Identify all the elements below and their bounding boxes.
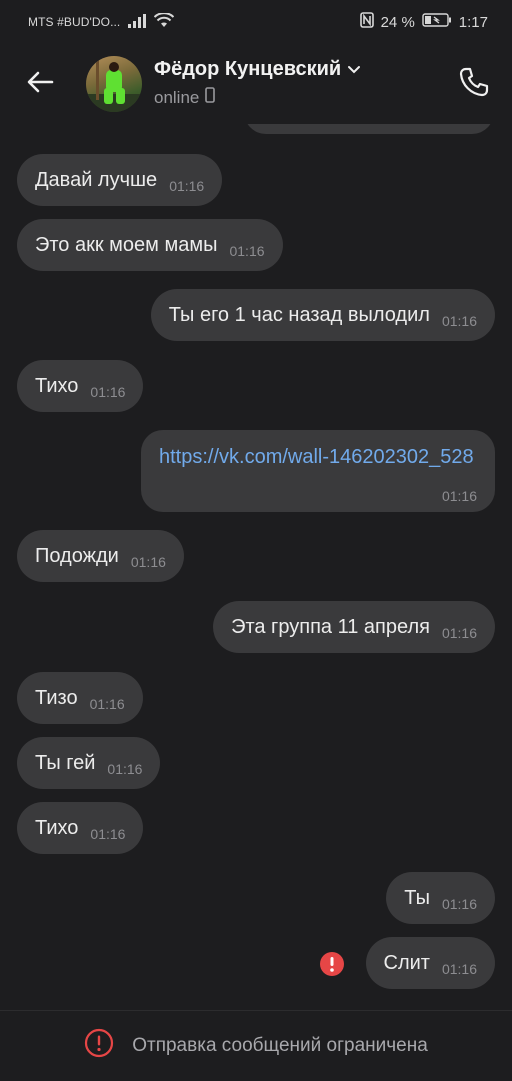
message-link[interactable]: https://vk.com/wall-146202302_528 bbox=[159, 442, 481, 472]
message-in[interactable]: Тихо 01:16 bbox=[17, 802, 144, 854]
message-out[interactable]: Ты его 1 час назад выло­дил 01:16 bbox=[150, 289, 495, 341]
message-out-failed[interactable]: Слит 01:16 bbox=[365, 937, 495, 989]
message-in[interactable]: Давай лучше 01:16 bbox=[17, 154, 223, 206]
message-list[interactable]: Давай лучше 01:16 Это акк моем мамы 01:1… bbox=[0, 124, 512, 1010]
message-in[interactable]: Ты гей 01:16 bbox=[17, 737, 161, 789]
message-in[interactable]: Подожди 01:16 bbox=[17, 530, 184, 582]
battery-icon bbox=[422, 13, 452, 31]
message-time: 01:16 bbox=[441, 961, 477, 977]
message-time: 01:16 bbox=[107, 761, 143, 777]
call-button[interactable] bbox=[456, 66, 492, 102]
wifi-icon bbox=[154, 12, 175, 31]
battery-percent: 24 % bbox=[380, 13, 415, 31]
message-text: Слит bbox=[383, 951, 430, 974]
message-out[interactable]: Ты 01:16 bbox=[386, 872, 495, 924]
message-time: 01:16 bbox=[441, 896, 477, 912]
signal-icon bbox=[128, 13, 147, 31]
message-text: Давай лучше bbox=[35, 168, 158, 191]
message-time: 01:16 bbox=[90, 384, 126, 400]
message-time: 01:16 bbox=[90, 826, 126, 842]
message-text: Эта группа 11 апреля bbox=[231, 615, 430, 638]
mobile-device-icon bbox=[205, 87, 216, 108]
back-button[interactable] bbox=[22, 66, 58, 102]
message-time: 01:16 bbox=[130, 554, 166, 570]
arrow-left-icon bbox=[26, 70, 54, 99]
message-out-link[interactable]: https://vk.com/wall-146202302_528 01:16 bbox=[141, 430, 495, 512]
error-icon[interactable] bbox=[320, 952, 344, 981]
message-in[interactable]: Тизо 01:16 bbox=[17, 672, 143, 724]
status-bar: MTS #BUD'DO... 24 % 1:17 bbox=[0, 0, 512, 44]
message-bubble-partial bbox=[244, 124, 494, 134]
message-in[interactable]: Тихо 01:16 bbox=[17, 360, 144, 412]
message-time: 01:16 bbox=[441, 313, 477, 329]
contact-info[interactable]: Фёдор Кунцевский online bbox=[154, 58, 361, 108]
message-time: 01:16 bbox=[441, 488, 477, 504]
carrier-label: MTS #BUD'DO... bbox=[28, 15, 121, 29]
restriction-notice: Отправка сообщений ограничена bbox=[132, 1035, 428, 1056]
messaging-restricted-bar: Отправка сообщений ограничена bbox=[0, 1010, 512, 1081]
chat-header: Фёдор Кунцевский online bbox=[0, 44, 512, 124]
message-out[interactable]: Эта группа 11 апреля 01:16 bbox=[213, 601, 495, 653]
message-text: Подожди bbox=[35, 544, 119, 567]
message-time: 01:16 bbox=[89, 696, 125, 712]
contact-name: Фёдор Кунцевский bbox=[154, 58, 342, 80]
message-time: 01:16 bbox=[169, 178, 205, 194]
chevron-down-icon bbox=[347, 58, 361, 81]
message-text: Это акк моем мамы bbox=[35, 233, 218, 256]
phone-icon bbox=[458, 66, 490, 103]
message-in[interactable]: Это акк моем мамы 01:16 bbox=[17, 219, 283, 271]
message-time: 01:16 bbox=[441, 625, 477, 641]
message-text: Ты гей bbox=[35, 751, 96, 774]
message-time: 01:16 bbox=[229, 243, 265, 259]
avatar[interactable] bbox=[86, 56, 142, 112]
clock: 1:17 bbox=[458, 13, 488, 31]
warning-circle-icon bbox=[84, 1028, 114, 1064]
message-text: Тизо bbox=[35, 686, 78, 709]
presence-status: online bbox=[154, 87, 200, 107]
message-text: Ты его 1 час назад выло­дил bbox=[168, 303, 430, 326]
nfc-icon bbox=[359, 12, 374, 32]
message-text: Тихо bbox=[35, 816, 79, 839]
message-text: Ты bbox=[404, 886, 430, 909]
message-text: Тихо bbox=[35, 374, 79, 397]
